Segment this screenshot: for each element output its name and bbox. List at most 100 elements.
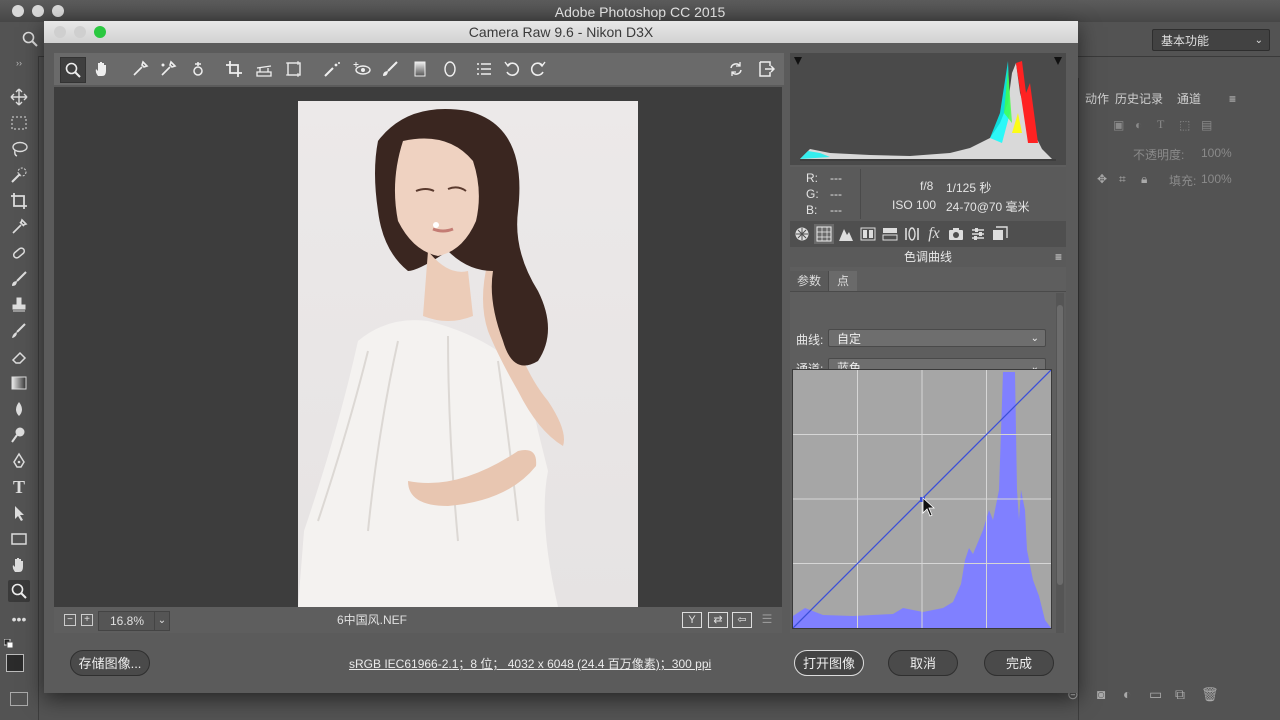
type-tool-icon[interactable]: T: [8, 476, 30, 498]
color-sampler-tool-icon[interactable]: [156, 57, 180, 81]
new-adjustment-icon[interactable]: ◐: [1123, 686, 1131, 702]
zoom-window-button[interactable]: [52, 5, 64, 17]
cancel-button[interactable]: 取消: [888, 650, 958, 676]
tab-point[interactable]: 点: [829, 271, 857, 291]
lock-move-icon[interactable]: ✥: [1097, 172, 1107, 186]
toggle-settings-icon[interactable]: ☰: [758, 612, 776, 626]
zoom-tool-icon[interactable]: [22, 31, 38, 47]
open-in-photoshop-icon[interactable]: [754, 57, 778, 81]
zoom-tool-icon[interactable]: [8, 580, 30, 602]
minimize-window-button[interactable]: [32, 5, 44, 17]
dialog-minimize-button[interactable]: [74, 26, 86, 38]
spot-removal-tool-icon[interactable]: [320, 57, 344, 81]
image-preview-area[interactable]: [54, 87, 782, 607]
path-selection-tool-icon[interactable]: [8, 502, 30, 524]
white-balance-tool-icon[interactable]: [128, 57, 152, 81]
done-button[interactable]: 完成: [984, 650, 1054, 676]
collapse-toolbar-icon[interactable]: ››: [8, 58, 30, 68]
lock-artboard-icon[interactable]: ⌗: [1119, 172, 1126, 187]
add-mask-icon[interactable]: ◙: [1097, 686, 1105, 702]
pen-tool-icon[interactable]: [8, 450, 30, 472]
tab-parametric[interactable]: 参数: [790, 271, 829, 291]
effects-panel-icon[interactable]: fx: [924, 224, 944, 244]
shadow-clipping-warning-icon[interactable]: [794, 57, 802, 65]
snapshots-panel-icon[interactable]: [990, 224, 1010, 244]
radial-filter-icon[interactable]: [438, 57, 462, 81]
curve-select[interactable]: 自定 ⌄: [828, 329, 1046, 347]
lens-corrections-panel-icon[interactable]: [902, 224, 922, 244]
zoom-level[interactable]: 16.8%: [98, 611, 156, 631]
panel-scrollbar[interactable]: [1056, 293, 1064, 633]
red-eye-tool-icon[interactable]: [350, 57, 374, 81]
dialog-zoom-button[interactable]: [94, 26, 106, 38]
tab-channels[interactable]: 通道: [1177, 88, 1201, 110]
open-image-button[interactable]: 打开图像: [794, 650, 864, 676]
filter-shape-icon[interactable]: ⬚: [1179, 118, 1190, 132]
new-layer-icon[interactable]: ⧉: [1175, 686, 1185, 703]
filter-type-icon[interactable]: T: [1157, 117, 1164, 132]
foreground-color-swatch[interactable]: [6, 654, 24, 672]
crop-tool-icon[interactable]: [8, 190, 30, 212]
cr-hand-tool-icon[interactable]: [90, 57, 114, 81]
presets-panel-icon[interactable]: [968, 224, 988, 244]
default-colors-icon[interactable]: [3, 636, 14, 649]
copy-settings-icon[interactable]: ⇦: [732, 612, 752, 628]
tone-curve-panel-icon[interactable]: [814, 224, 834, 244]
save-image-button[interactable]: 存储图像...: [70, 650, 150, 676]
new-group-icon[interactable]: ▭: [1149, 686, 1162, 703]
dialog-close-button[interactable]: [54, 26, 66, 38]
filter-smart-icon[interactable]: ▤: [1201, 118, 1212, 132]
split-toning-panel-icon[interactable]: [880, 224, 900, 244]
clone-stamp-tool-icon[interactable]: [8, 294, 30, 316]
scrollbar-thumb[interactable]: [1057, 305, 1063, 585]
rectangle-tool-icon[interactable]: [8, 528, 30, 550]
more-tools-icon[interactable]: •••: [8, 608, 30, 630]
fill-value[interactable]: 100%: [1201, 172, 1232, 186]
preferences-icon[interactable]: [472, 57, 496, 81]
blur-tool-icon[interactable]: [8, 398, 30, 420]
rotate-cw-icon[interactable]: [526, 57, 550, 81]
cr-zoom-tool-icon[interactable]: [60, 57, 86, 83]
brush-tool-icon[interactable]: [8, 268, 30, 290]
toggle-fullscreen-icon[interactable]: [724, 57, 748, 81]
quick-selection-tool-icon[interactable]: [8, 164, 30, 186]
panel-menu-icon[interactable]: ≡: [1055, 247, 1062, 267]
opacity-value[interactable]: 100%: [1201, 146, 1232, 160]
basic-panel-icon[interactable]: [792, 224, 812, 244]
marquee-tool-icon[interactable]: [8, 112, 30, 134]
history-brush-tool-icon[interactable]: [8, 320, 30, 342]
zoom-out-button[interactable]: −: [64, 614, 76, 626]
delete-layer-icon[interactable]: 🗑︎: [1201, 686, 1219, 703]
quick-mask-icon[interactable]: [10, 692, 28, 706]
dodge-tool-icon[interactable]: [8, 424, 30, 446]
swap-settings-icon[interactable]: ⇄: [708, 612, 728, 628]
before-after-view-icon[interactable]: Y: [682, 612, 702, 628]
detail-panel-icon[interactable]: [836, 224, 856, 244]
graduated-filter-icon[interactable]: [408, 57, 432, 81]
highlight-clipping-warning-icon[interactable]: [1054, 57, 1062, 65]
move-tool-icon[interactable]: [8, 86, 30, 108]
rotate-ccw-icon[interactable]: [500, 57, 524, 81]
lasso-tool-icon[interactable]: [8, 138, 30, 160]
tab-actions[interactable]: 动作: [1085, 88, 1109, 110]
tone-curve-editor[interactable]: [792, 369, 1052, 629]
zoom-dropdown-icon[interactable]: ⌄: [154, 611, 170, 631]
cr-crop-tool-icon[interactable]: [222, 57, 246, 81]
eraser-tool-icon[interactable]: [8, 346, 30, 368]
straighten-tool-icon[interactable]: [252, 57, 276, 81]
eyedropper-tool-icon[interactable]: [8, 216, 30, 238]
hsl-panel-icon[interactable]: [858, 224, 878, 244]
zoom-in-button[interactable]: +: [81, 614, 93, 626]
panel-menu-icon[interactable]: ≡: [1229, 88, 1236, 110]
close-window-button[interactable]: [12, 5, 24, 17]
workspace-select[interactable]: 基本功能 ⌄: [1152, 29, 1270, 51]
tab-history[interactable]: 历史记录: [1115, 88, 1163, 110]
filter-image-icon[interactable]: ▣: [1113, 118, 1124, 132]
filter-adjustment-icon[interactable]: ◐: [1135, 118, 1142, 132]
adjustment-brush-icon[interactable]: [378, 57, 402, 81]
targeted-adjustment-tool-icon[interactable]: [186, 57, 210, 81]
healing-brush-tool-icon[interactable]: [8, 242, 30, 264]
workflow-options-link[interactable]: sRGB IEC61966-2.1；8 位； 4032 x 6048 (24.4…: [349, 655, 711, 672]
transform-tool-icon[interactable]: [282, 57, 306, 81]
hand-tool-icon[interactable]: [8, 554, 30, 576]
